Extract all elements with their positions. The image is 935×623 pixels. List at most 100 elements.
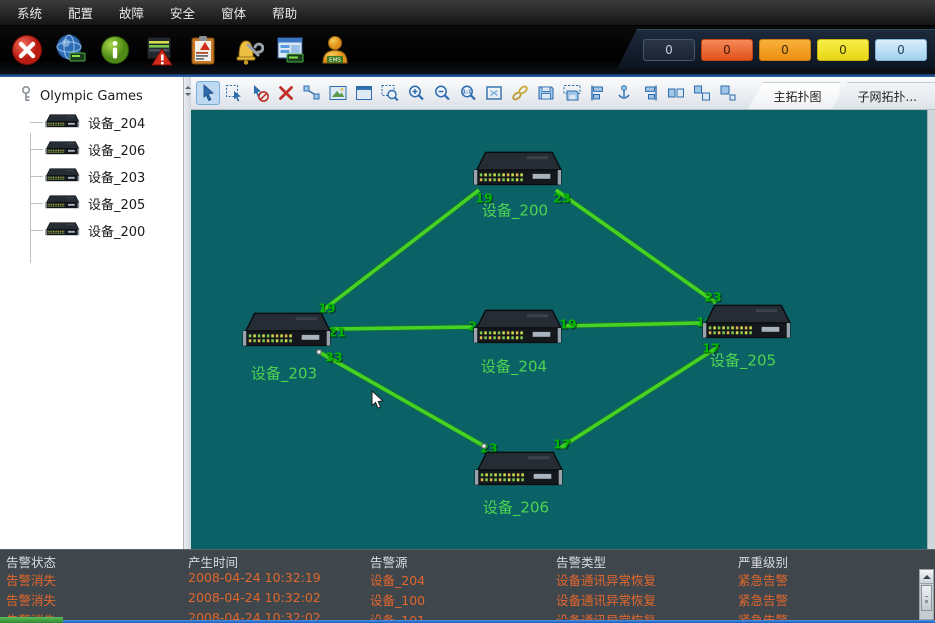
anchor-layout-icon[interactable] — [612, 81, 636, 105]
menu-item-0[interactable]: 系统 — [4, 0, 55, 26]
menu-item-4[interactable]: 窗体 — [208, 0, 259, 26]
alarm-scrollbar[interactable] — [919, 569, 934, 620]
alarm-counter-3[interactable]: 0 — [817, 39, 869, 61]
mouse-cursor — [371, 390, 384, 414]
zoom-actual-icon[interactable]: 1:1 — [456, 81, 480, 105]
tree-item-label: 设备_203 — [88, 167, 145, 186]
topology-node-设备_206[interactable] — [471, 448, 565, 494]
overview-panel-icon[interactable] — [352, 81, 376, 105]
device-icon — [44, 113, 80, 133]
device-icon — [44, 167, 80, 187]
device-alarm-icon[interactable] — [140, 31, 178, 69]
menu-item-2[interactable]: 故障 — [106, 0, 157, 26]
alarm-counter-4[interactable]: 0 — [875, 39, 927, 61]
alarm-counter-0[interactable]: 0 — [643, 39, 695, 61]
app-toolbar: EMS 00000 — [0, 26, 935, 74]
alarm-cell: 告警消失 — [6, 590, 56, 609]
tree-root-olympic-games[interactable]: Olympic Games — [0, 77, 183, 109]
tree-item-label: 设备_204 — [88, 113, 145, 132]
layout-grid-icon[interactable] — [716, 81, 740, 105]
zoom-area-icon[interactable] — [378, 81, 402, 105]
select-icon[interactable] — [196, 81, 220, 105]
alarm-counter-1[interactable]: 0 — [701, 39, 753, 61]
topology-node-设备_204[interactable] — [470, 306, 564, 352]
zoom-out-icon[interactable] — [430, 81, 454, 105]
key-icon — [20, 85, 32, 107]
save-icon[interactable] — [534, 81, 558, 105]
topology-toolbar: 1:1 主拓扑图子网拓扑... — [191, 77, 935, 110]
topology-canvas[interactable]: 191923232121191933231717 设备_200 设备_203 设… — [191, 110, 935, 549]
alarm-counter-panel: 00000 — [617, 29, 935, 69]
alarm-cell: 设备通讯异常恢复 — [556, 570, 656, 589]
sidebar-splitter[interactable] — [183, 77, 191, 549]
menu-item-5[interactable]: 帮助 — [259, 0, 310, 26]
alarm-counter-2[interactable]: 0 — [759, 39, 811, 61]
tree-item-1[interactable]: 设备_206 — [0, 136, 183, 163]
ems-label: EMS — [329, 58, 341, 64]
splitter-collapse-icon[interactable] — [185, 83, 191, 89]
alarm-cell: 2008-04-24 10:32:02 — [188, 590, 321, 605]
background-image-icon[interactable] — [326, 81, 350, 105]
tab-subnet-topology[interactable]: 子网拓扑... — [832, 82, 935, 109]
align-left-icon[interactable] — [586, 81, 610, 105]
topology-node-设备_203[interactable] — [239, 309, 333, 355]
tree-item-label: 设备_205 — [88, 194, 145, 213]
alarm-cell: 设备通讯异常恢复 — [556, 590, 656, 609]
alarm-cell: 设备_204 — [370, 570, 425, 589]
topology-globe-icon[interactable] — [52, 31, 90, 69]
tree-item-4[interactable]: 设备_200 — [0, 217, 183, 244]
topology-node-设备_200[interactable] — [470, 148, 564, 194]
alarm-row[interactable]: 告警消失 2008-04-24 10:32:02 设备_100 设备通讯异常恢复 紧急告… — [0, 588, 935, 608]
alarm-table-header: 告警状态产生时间告警源告警类型严重级别 — [0, 550, 935, 568]
tree-item-label: 设备_206 — [88, 140, 145, 159]
save-frame-icon[interactable] — [560, 81, 584, 105]
alarm-cell: 紧急告警 — [738, 590, 788, 609]
topology-node-设备_205[interactable] — [699, 301, 793, 347]
alarm-cell: 设备_100 — [370, 590, 425, 609]
node-label: 设备_203 — [251, 363, 317, 384]
delete-icon[interactable] — [274, 81, 298, 105]
tree-item-3[interactable]: 设备_205 — [0, 190, 183, 217]
exit-icon[interactable] — [8, 31, 46, 69]
alarm-cell: 2008-04-24 10:32:19 — [188, 570, 321, 585]
topology-tabs: 主拓扑图子网拓扑... — [756, 82, 935, 109]
node-label: 设备_204 — [481, 356, 547, 377]
info-icon[interactable] — [96, 31, 134, 69]
link-select-icon[interactable] — [300, 81, 324, 105]
tree-item-label: 设备_200 — [88, 221, 145, 240]
align-right-icon[interactable] — [638, 81, 662, 105]
device-icon — [44, 194, 80, 214]
alarm-cell: 紧急告警 — [738, 570, 788, 589]
alarm-row[interactable]: 告警消失 2008-04-24 10:32:19 设备_204 设备通讯异常恢复 紧急告… — [0, 568, 935, 588]
tree-item-2[interactable]: 设备_203 — [0, 163, 183, 190]
device-icon — [44, 221, 80, 241]
zoom-in-icon[interactable] — [404, 81, 428, 105]
alarm-cell: 告警消失 — [6, 570, 56, 589]
device-tree-sidebar: Olympic Games 设备_204 设备_206 设备_203 设备_20… — [0, 77, 183, 549]
device-icon — [44, 140, 80, 160]
select-block-icon[interactable] — [248, 81, 272, 105]
layout-horizontal-icon[interactable] — [664, 81, 688, 105]
scroll-thumb[interactable] — [921, 585, 932, 611]
tab-main-topology[interactable]: 主拓扑图 — [748, 82, 840, 109]
alarm-config-icon[interactable] — [228, 31, 266, 69]
layout-offset-icon[interactable] — [690, 81, 714, 105]
node-label: 设备_206 — [483, 497, 549, 518]
add-link-icon[interactable] — [508, 81, 532, 105]
event-log-icon[interactable] — [184, 31, 222, 69]
node-label: 设备_205 — [710, 350, 776, 371]
canvas-scrollbar[interactable] — [927, 110, 935, 549]
device-window-icon[interactable] — [272, 31, 310, 69]
tree-item-0[interactable]: 设备_204 — [0, 109, 183, 136]
tree-root-label: Olympic Games — [40, 89, 143, 104]
taskbar-fragment — [0, 617, 63, 623]
network-management-window: 系统配置故障安全窗体帮助 EMS 00000 — [0, 0, 935, 623]
fit-view-icon[interactable] — [482, 81, 506, 105]
scroll-up-icon[interactable] — [920, 570, 933, 584]
menu-item-1[interactable]: 配置 — [55, 0, 106, 26]
svg-text:1:1: 1:1 — [462, 90, 472, 96]
ems-user-icon[interactable]: EMS — [316, 31, 354, 69]
menu-item-3[interactable]: 安全 — [157, 0, 208, 26]
splitter-expand-icon[interactable] — [185, 93, 191, 99]
marquee-select-icon[interactable] — [222, 81, 246, 105]
